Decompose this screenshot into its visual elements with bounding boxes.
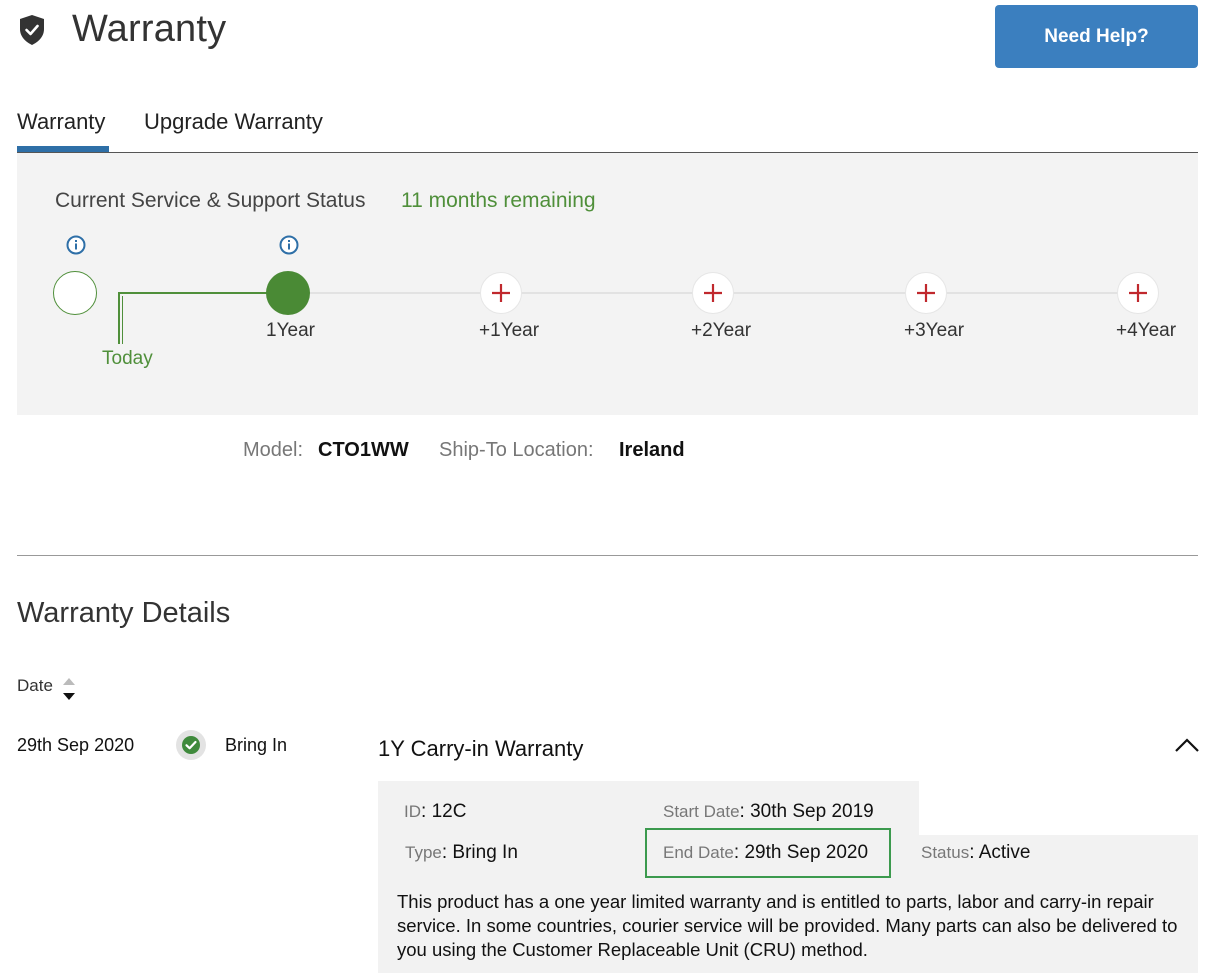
model-key: Model: [243, 439, 304, 461]
status-label: Current Service & Support Status [55, 189, 366, 212]
section-divider [17, 555, 1198, 556]
tab-warranty[interactable]: Warranty [17, 109, 105, 135]
warranty-row-date: 29th Sep 2020 [17, 735, 135, 755]
model-value: CTO1WW [318, 439, 409, 461]
add-year-3-button[interactable] [905, 272, 947, 314]
location-key: Ship-To Location: [439, 439, 594, 461]
info-icon-today[interactable] [66, 235, 86, 255]
plus-icon [917, 284, 935, 302]
warranty-row-title[interactable]: 1Y Carry-in Warranty [378, 736, 583, 762]
plus-icon [1129, 284, 1147, 302]
today-label: Today [102, 348, 153, 369]
timeline-start-circle [53, 271, 97, 315]
warranty-details-title: Warranty Details [17, 597, 231, 629]
need-help-button[interactable]: Need Help? [995, 5, 1198, 68]
add-year-1-button[interactable] [480, 272, 522, 314]
timeline-label-1year: 1Year [266, 320, 315, 341]
field-end-date: End Date: 29th Sep 2020 [663, 842, 869, 863]
today-marker-line [118, 292, 276, 294]
field-start-date: Start Date: 30th Sep 2019 [663, 801, 874, 822]
check-circle-icon [182, 736, 200, 754]
chevron-up-icon[interactable] [1174, 736, 1200, 754]
sort-icon[interactable] [61, 676, 77, 702]
plus-icon [704, 284, 722, 302]
warranty-description: This product has a one year limited warr… [397, 891, 1178, 960]
field-type: Type: Bring In [405, 842, 518, 863]
date-sort-label[interactable]: Date [17, 676, 53, 696]
today-marker-stem [118, 292, 120, 344]
timeline-label-plus3: +3Year [904, 320, 965, 341]
info-icon-1year[interactable] [279, 235, 299, 255]
today-marker-stem-inner [122, 296, 123, 344]
warranty-row-type: Bring In [225, 735, 288, 755]
shield-check-icon [20, 15, 44, 45]
timeline-label-plus1: +1Year [479, 320, 540, 341]
add-year-2-button[interactable] [692, 272, 734, 314]
timeline-label-plus2: +2Year [691, 320, 752, 341]
status-check [176, 730, 206, 760]
timeline-current-year-dot [266, 271, 310, 315]
field-id: ID: 12C [404, 801, 467, 822]
page-title: Warranty [72, 8, 227, 50]
location-value: Ireland [619, 439, 685, 461]
field-status: Status: Active [921, 842, 1031, 863]
tab-upgrade-warranty[interactable]: Upgrade Warranty [144, 109, 323, 135]
plus-icon [492, 284, 510, 302]
timeline-label-plus4: +4Year [1116, 320, 1177, 341]
add-year-4-button[interactable] [1117, 272, 1159, 314]
status-remaining: 11 months remaining [401, 189, 596, 212]
